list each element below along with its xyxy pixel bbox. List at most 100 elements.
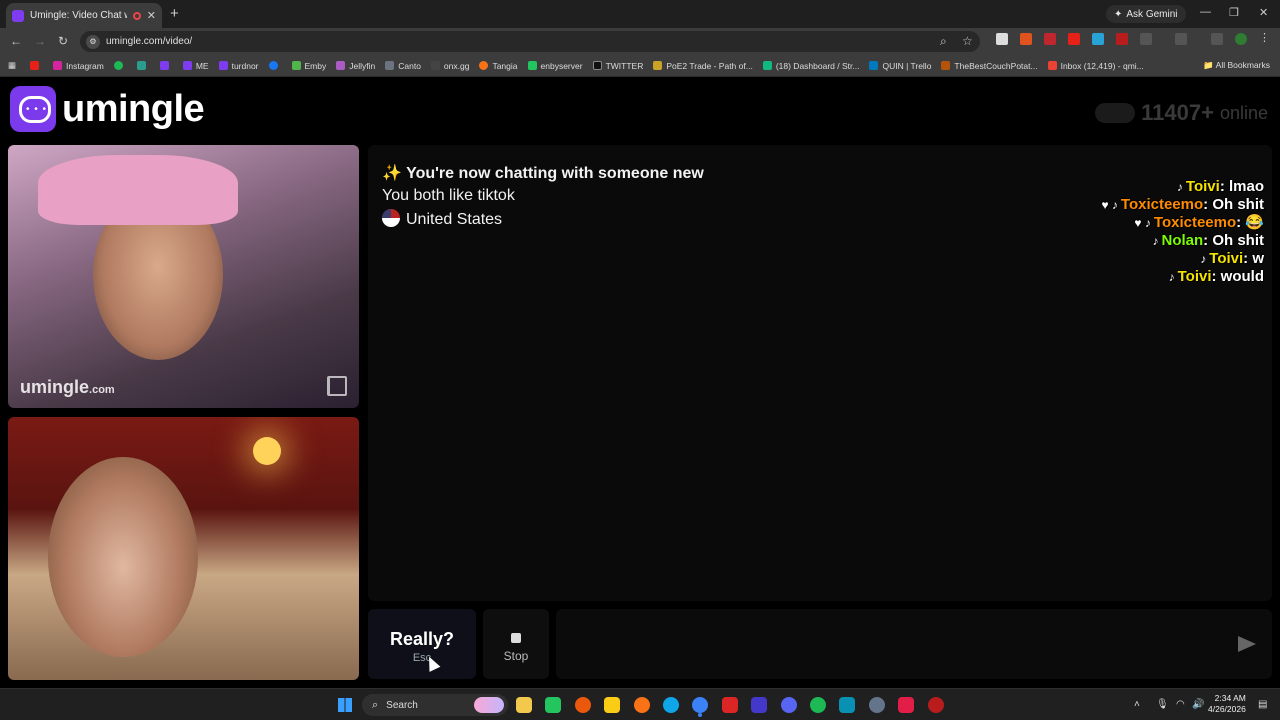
bookmark-label: TheBestCouchPotat...: [954, 60, 1038, 71]
music-note-icon: ♪: [1152, 234, 1159, 248]
umingle-logo[interactable]: • • • umingle: [10, 86, 205, 132]
reload-icon[interactable]: ↻: [58, 34, 68, 48]
close-window-icon[interactable]: ✕: [1259, 6, 1268, 19]
new-tab-button[interactable]: +: [170, 5, 179, 22]
forward-icon[interactable]: →: [34, 34, 46, 48]
overlay-username: Toivi: [1185, 178, 1220, 195]
bookmark-item[interactable]: Instagram: [53, 61, 104, 71]
media-player-icon[interactable]: [545, 697, 561, 713]
ask-gemini-button[interactable]: ✦ Ask Gemini: [1106, 5, 1186, 23]
apps-grid-icon[interactable]: ▦: [8, 60, 16, 71]
bookmark-item[interactable]: (18) Dashboard / Str...: [762, 61, 859, 71]
site-info-icon[interactable]: ⚙: [86, 34, 100, 49]
file-explorer-icon[interactable]: [516, 697, 532, 713]
bookmark-item[interactable]: Tangia: [479, 61, 518, 71]
bookmark-item[interactable]: [113, 61, 127, 70]
extension-clip-icon[interactable]: [1116, 33, 1128, 45]
browser-menu-icon[interactable]: ⋮: [1259, 31, 1271, 44]
report-flag-icon[interactable]: [327, 376, 347, 396]
overlay-text: would: [1220, 268, 1264, 285]
bookmark-item[interactable]: TheBestCouchPotat...: [941, 60, 1038, 71]
overlay-text: lmao: [1228, 178, 1264, 195]
ask-gemini-label: Ask Gemini: [1126, 8, 1178, 20]
back-icon[interactable]: ←: [10, 34, 22, 48]
extension-translate-icon[interactable]: [1092, 33, 1104, 45]
volume-icon[interactable]: 🔊: [1192, 699, 1204, 710]
bookmark-item[interactable]: Inbox (12,419) - qmi...: [1047, 60, 1144, 71]
bookmark-favicon-icon: [218, 61, 228, 70]
overlay-username: Toxicteemo: [1153, 214, 1237, 231]
chat-headline: ✨ You're now chatting with someone new: [382, 163, 704, 183]
extension-red-icon[interactable]: [1044, 33, 1056, 45]
send-icon[interactable]: [1238, 636, 1256, 652]
bookmark-item[interactable]: Jellyfin: [336, 61, 375, 71]
bookmarks-bar: ▦ Instagram ME turdnor Emby Jellyfin Can…: [0, 55, 1280, 77]
address-bar[interactable]: ⚙ umingle.com/video/: [80, 31, 980, 52]
edge-icon[interactable]: [663, 697, 679, 713]
bookmark-item[interactable]: turdnor: [218, 61, 259, 71]
clock-time: 2:34 AM: [1214, 693, 1246, 703]
tray-overflow-icon[interactable]: ˄: [1134, 699, 1140, 710]
browser-tab[interactable]: Umingle: Video Chat with S ✕: [6, 3, 162, 28]
skip-confirm-button[interactable]: Really? Esc: [368, 609, 476, 679]
watermark-suffix: .com: [89, 384, 115, 396]
profile-avatar-icon[interactable]: [1235, 33, 1247, 45]
bookmark-item[interactable]: enbyserver: [527, 61, 583, 71]
app-blue-icon[interactable]: [751, 697, 767, 713]
x-logo-icon: [592, 61, 602, 70]
wifi-icon[interactable]: ◠: [1176, 699, 1185, 710]
sticky-notes-icon[interactable]: [604, 697, 620, 713]
windows-start-icon[interactable]: [338, 698, 352, 712]
umingle-favicon-icon: [12, 9, 24, 22]
bookmark-item[interactable]: onx.gg: [430, 61, 469, 71]
tiktok-icon[interactable]: [898, 697, 914, 713]
bookmark-item[interactable]: [136, 61, 150, 70]
system-clock[interactable]: 2:34 AM 4/26/2026: [1208, 693, 1246, 715]
notifications-icon[interactable]: ▤: [1258, 699, 1267, 710]
all-bookmarks-button[interactable]: 📁 All Bookmarks: [1203, 60, 1270, 71]
extension-youtube-icon[interactable]: [1068, 33, 1080, 45]
bookmark-item[interactable]: ME: [182, 61, 209, 71]
online-label: online: [1219, 102, 1268, 123]
restore-window-icon[interactable]: ❐: [1229, 6, 1239, 19]
chrome-icon[interactable]: [692, 697, 708, 713]
lamp: [253, 437, 281, 465]
bookmark-item[interactable]: [159, 61, 173, 70]
notepad-icon[interactable]: [839, 697, 855, 713]
message-input[interactable]: [556, 609, 1272, 679]
minimize-window-icon[interactable]: —: [1200, 6, 1211, 18]
bookmark-label: Inbox (12,419) - qmi...: [1060, 60, 1144, 71]
bookmark-item[interactable]: Canto: [385, 61, 421, 71]
microphone-icon[interactable]: 🎙: [1156, 699, 1169, 710]
bookmark-item[interactable]: Emby: [291, 60, 327, 71]
search-highlight-icon: [474, 697, 504, 713]
bookmark-star-icon[interactable]: ☆: [962, 34, 973, 48]
media-controls-icon[interactable]: [1211, 33, 1223, 45]
spotify-icon[interactable]: [810, 697, 826, 713]
bookmark-item[interactable]: TWITTER: [592, 61, 643, 71]
bookmark-item[interactable]: [268, 61, 282, 70]
online-counter: 11407+ online: [1095, 100, 1268, 126]
app-orange-icon[interactable]: [575, 697, 591, 713]
firefox-icon[interactable]: [634, 697, 650, 713]
obs-icon[interactable]: [722, 697, 738, 713]
address-toolbar: ← → ↻ ⚙ umingle.com/video/ ⌕ ☆: [0, 28, 1280, 55]
watermark-main: umingle: [20, 377, 90, 397]
app-red-icon[interactable]: [928, 697, 944, 713]
cast-icon[interactable]: [1175, 33, 1187, 45]
stop-button[interactable]: Stop: [483, 609, 549, 679]
online-toggle[interactable]: [1095, 103, 1136, 123]
bookmark-item[interactable]: PoE2 Trade - Path of...: [653, 61, 753, 71]
discord-icon[interactable]: [781, 697, 797, 713]
chat-bubble-logo-icon: • • •: [10, 86, 56, 132]
extension-k-icon[interactable]: [996, 33, 1008, 45]
bookmark-label: Emby: [304, 60, 327, 71]
close-tab-icon[interactable]: ✕: [147, 9, 156, 22]
app-gray-icon[interactable]: [869, 697, 885, 713]
extensions-puzzle-icon[interactable]: [1140, 33, 1152, 45]
badge-icons: ♥ ♪: [1101, 198, 1118, 212]
zoom-icon[interactable]: ⌕: [940, 34, 947, 49]
extension-fox-icon[interactable]: [1020, 33, 1032, 45]
bookmark-item[interactable]: [30, 61, 43, 70]
bookmark-item[interactable]: QUIN | Trello: [869, 61, 931, 71]
